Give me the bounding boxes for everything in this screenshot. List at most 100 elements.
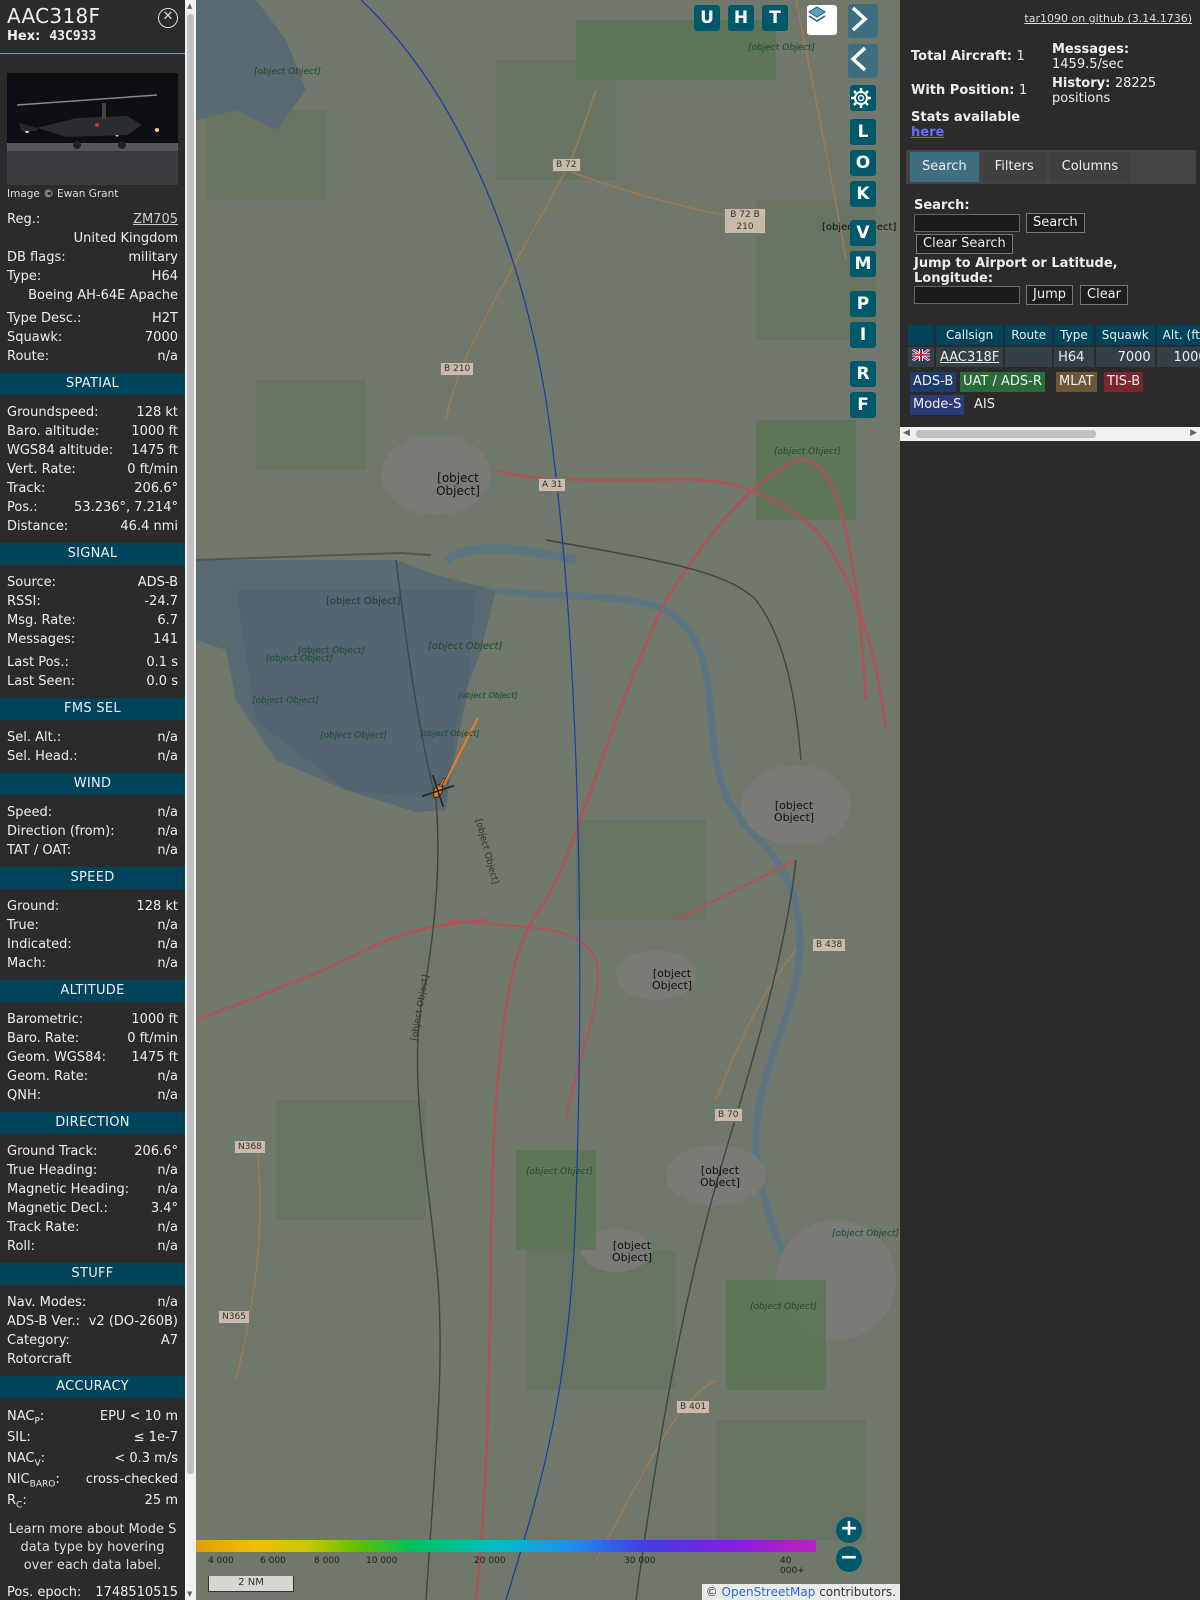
section-stuff[interactable]: STUFF [0, 1263, 185, 1285]
registration-link[interactable]: ZM705 [133, 210, 178, 229]
info-label[interactable]: Category: [7, 1331, 70, 1350]
legend-mode-s[interactable]: Mode-S [910, 395, 965, 415]
info-label[interactable]: Speed: [7, 803, 52, 822]
jump-input[interactable] [914, 286, 1020, 304]
info-scrollbar-thumb[interactable] [187, 14, 194, 1474]
scroll-up-arrow-icon[interactable]: ▲ [187, 2, 192, 10]
column-header[interactable]: Type [1054, 325, 1094, 345]
legend-ads-b[interactable]: ADS-B [910, 372, 957, 392]
info-label[interactable]: Geom. WGS84: [7, 1048, 106, 1067]
section-accuracy[interactable]: ACCURACY [0, 1376, 185, 1398]
tab-columns[interactable]: Columns [1049, 152, 1131, 182]
close-icon[interactable]: ✕ [158, 8, 178, 28]
map-button-v[interactable]: V [850, 220, 876, 246]
info-label[interactable]: Vert. Rate: [7, 460, 76, 479]
search-input[interactable] [914, 214, 1020, 232]
info-label[interactable]: Sel. Head.: [7, 747, 78, 766]
zoom-out-button[interactable]: − [836, 1546, 862, 1572]
info-scrollbar[interactable]: ▲ ▼ [185, 0, 196, 1600]
map-button-u[interactable]: U [694, 5, 720, 31]
tab-search[interactable]: Search [910, 152, 979, 182]
info-label[interactable]: Track: [7, 479, 45, 498]
cell-callsign[interactable]: AAC318F [936, 347, 1004, 367]
info-label[interactable]: Distance: [7, 517, 68, 536]
github-link[interactable]: tar1090 on github (3.14.1736) [1024, 12, 1192, 25]
info-label[interactable]: RSSI: [7, 592, 41, 611]
info-label[interactable]: ADS-B Ver.: [7, 1312, 80, 1331]
info-label[interactable]: Geom. Rate: [7, 1067, 88, 1086]
info-label[interactable]: Roll: [7, 1237, 35, 1256]
map-button-r[interactable]: R [850, 361, 876, 387]
osm-link[interactable]: OpenStreetMap [722, 1585, 816, 1599]
section-spatial[interactable]: SPATIAL [0, 373, 185, 395]
info-label[interactable]: Track Rate: [7, 1218, 79, 1237]
column-header[interactable]: Callsign [936, 325, 1004, 345]
info-label[interactable]: Baro. Rate: [7, 1029, 79, 1048]
info-label[interactable]: Pos.: [7, 498, 38, 517]
scroll-right-arrow-icon[interactable]: ▶ [1190, 428, 1197, 438]
aircraft-marker[interactable] [422, 775, 454, 807]
info-label[interactable]: TAT / OAT: [7, 841, 71, 860]
table-scrollbar-thumb[interactable] [916, 430, 1096, 438]
legend-tis-b[interactable]: TIS-B [1104, 372, 1144, 392]
accuracy-label[interactable]: NACV: [7, 1448, 45, 1469]
legend-mlat[interactable]: MLAT [1056, 372, 1097, 392]
info-label[interactable]: Source: [7, 573, 56, 592]
stats-link[interactable]: here [911, 125, 944, 140]
accuracy-label[interactable]: SIL: [7, 1427, 31, 1448]
info-label[interactable]: Last Seen: [7, 672, 75, 691]
map-button-t[interactable]: T [762, 5, 788, 31]
column-header[interactable] [908, 325, 934, 345]
map-button-p[interactable]: P [850, 291, 876, 317]
table-row[interactable]: AAC318F H6470001000 [908, 347, 1200, 367]
info-label[interactable]: Messages: [7, 630, 75, 649]
settings-button[interactable] [850, 85, 876, 111]
info-label[interactable]: Msg. Rate: [7, 611, 76, 630]
clear-search-button[interactable]: Clear Search [916, 234, 1013, 254]
map-button-m[interactable]: M [850, 251, 876, 277]
section-direction[interactable]: DIRECTION [0, 1112, 185, 1134]
jump-button[interactable]: Jump [1026, 285, 1073, 305]
info-label[interactable]: Last Pos.: [7, 653, 69, 672]
column-header[interactable]: Route [1005, 325, 1053, 345]
map-button-l[interactable]: L [850, 119, 876, 145]
section-fms-sel[interactable]: FMS SEL [0, 698, 185, 720]
legend-uat-ads-r[interactable]: UAT / ADS-R [960, 372, 1045, 392]
column-header[interactable]: Squawk [1095, 325, 1155, 345]
info-label[interactable]: Direction (from): [7, 822, 115, 841]
tab-filters[interactable]: Filters [982, 152, 1046, 182]
clear-jump-button[interactable]: Clear [1080, 285, 1128, 305]
info-label[interactable]: Baro. altitude: [7, 422, 99, 441]
info-label[interactable]: Indicated: [7, 935, 72, 954]
search-button[interactable]: Search [1026, 213, 1085, 233]
column-header[interactable]: Alt. (ft) [1156, 325, 1200, 345]
section-signal[interactable]: SIGNAL [0, 543, 185, 565]
section-wind[interactable]: WIND [0, 773, 185, 795]
info-label[interactable]: Mach: [7, 954, 46, 973]
info-label[interactable]: Magnetic Decl.: [7, 1199, 108, 1218]
layers-button[interactable] [807, 5, 837, 35]
info-label[interactable]: Groundspeed: [7, 403, 98, 422]
info-label[interactable]: Magnetic Heading: [7, 1180, 129, 1199]
section-speed[interactable]: SPEED [0, 867, 185, 889]
section-altitude[interactable]: ALTITUDE [0, 980, 185, 1002]
info-label[interactable]: Ground Track: [7, 1142, 97, 1161]
info-label[interactable]: True Heading: [7, 1161, 97, 1180]
map-button-o[interactable]: O [850, 150, 876, 176]
aircraft-photo[interactable] [7, 73, 178, 185]
map-button-i[interactable]: I [850, 322, 876, 348]
map-button-f[interactable]: F [850, 392, 876, 418]
scroll-left-arrow-icon[interactable]: ◀ [903, 428, 910, 438]
scroll-down-arrow-icon[interactable]: ▼ [187, 1590, 192, 1598]
accuracy-label[interactable]: NICBARO: [7, 1469, 60, 1490]
info-label[interactable]: True: [7, 916, 39, 935]
map-button-h[interactable]: H [728, 5, 754, 31]
info-label[interactable]: WGS84 altitude: [7, 441, 113, 460]
info-label[interactable]: QNH: [7, 1086, 41, 1105]
info-label[interactable]: Ground: [7, 897, 59, 916]
info-label[interactable]: Nav. Modes: [7, 1293, 86, 1312]
info-label[interactable]: Sel. Alt.: [7, 728, 61, 747]
next-aircraft-button[interactable] [848, 4, 878, 38]
info-label[interactable]: Barometric: [7, 1010, 83, 1029]
zoom-in-button[interactable]: + [836, 1517, 862, 1543]
